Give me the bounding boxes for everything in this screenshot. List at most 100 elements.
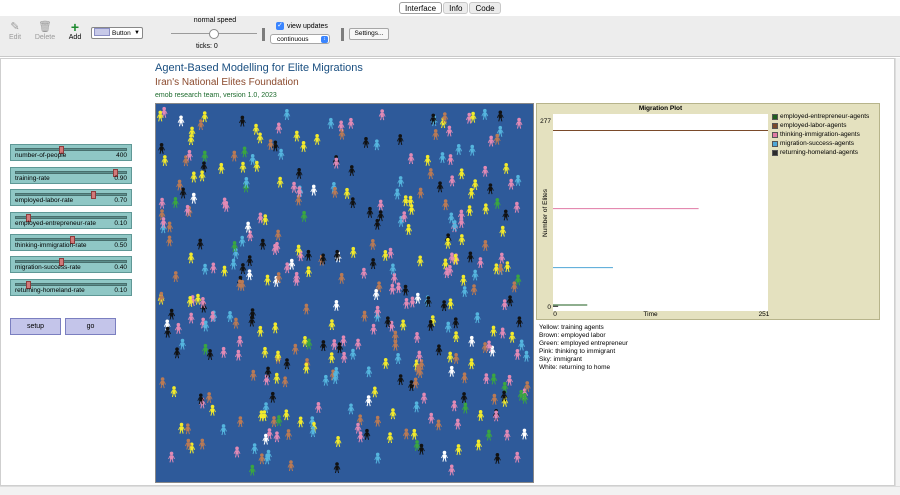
agent-person-icon [481, 108, 489, 120]
agent-person-icon [397, 374, 405, 386]
tab-info[interactable]: Info [443, 2, 469, 14]
slider-thinking-immigration-rate[interactable]: thinking-immigration-rate 0.50 [10, 234, 132, 251]
settings-button[interactable]: Settings... [349, 28, 389, 40]
slider-employed-entrepreneur-rate[interactable]: employed-entrepreneur-rate 0.10 [10, 212, 132, 229]
agent-person-icon [305, 266, 312, 278]
agent-person-icon [320, 340, 327, 352]
agent-person-icon [303, 303, 310, 315]
agent-person-icon [291, 343, 299, 355]
agent-person-icon [246, 255, 254, 267]
agent-person-icon [295, 167, 303, 179]
agent-person-icon [455, 144, 463, 155]
agent-person-icon [209, 262, 217, 274]
agent-person-icon [369, 258, 377, 270]
ticks-counter: ticks: 0 [196, 43, 218, 50]
agent-person-icon [158, 142, 165, 154]
agent-person-icon [435, 419, 442, 431]
agent-person-icon [184, 423, 192, 435]
agent-person-icon [248, 464, 256, 476]
agent-person-icon [238, 235, 246, 247]
agent-person-icon [226, 311, 234, 322]
agent-person-icon [363, 428, 371, 440]
slider-value: 0.40 [114, 264, 127, 271]
agent-person-icon [427, 412, 435, 424]
agent-person-icon [503, 429, 511, 441]
agent-person-icon [414, 292, 422, 304]
agent-person-icon [518, 339, 526, 351]
agent-person-icon [287, 460, 295, 472]
vertical-scrollbar[interactable] [895, 58, 900, 486]
agent-person-icon [343, 187, 351, 199]
slider-training-rate[interactable]: training-rate 0.90 [10, 167, 132, 184]
agent-person-icon [310, 184, 318, 196]
speed-label: normal speed [193, 17, 237, 24]
agent-person-icon [340, 335, 347, 347]
legend-swatch [772, 122, 778, 129]
agent-person-icon [220, 346, 227, 358]
legend-item: employed-labor-agents [772, 122, 846, 129]
agent-person-icon [441, 450, 448, 462]
slider-migration-success-rate[interactable]: migration-success-rate 0.40 [10, 256, 132, 273]
slider-knob[interactable] [91, 191, 97, 199]
y-axis-label: Number of Elites [542, 188, 549, 237]
go-button[interactable]: go [65, 318, 116, 335]
agent-person-icon [481, 165, 489, 177]
world-view[interactable] [155, 103, 534, 483]
agent-person-icon [362, 136, 370, 148]
widget-type-select[interactable]: Button ▼ [91, 27, 143, 39]
agent-person-icon [448, 175, 456, 187]
agent-person-icon [365, 395, 372, 407]
agent-person-icon [452, 331, 460, 343]
agent-person-icon [481, 342, 489, 353]
agent-person-icon [293, 130, 301, 142]
agent-person-icon [471, 269, 479, 281]
setup-button[interactable]: setup [10, 318, 61, 335]
agent-person-icon [487, 135, 495, 147]
agent-person-icon [477, 410, 485, 421]
x-axis-label: Time [643, 311, 658, 318]
agent-person-icon [230, 258, 237, 270]
agent-person-icon [399, 319, 407, 331]
edit-button[interactable]: ✎ Edit [2, 20, 28, 41]
agent-person-icon [450, 400, 458, 412]
agent-person-icon [446, 351, 454, 363]
agent-person-icon [388, 283, 396, 295]
agent-person-icon [281, 376, 289, 388]
agent-person-icon [506, 295, 514, 307]
tab-interface[interactable]: Interface [399, 2, 443, 14]
legend-item: employed-entrepreneur-agents [772, 113, 869, 120]
agent-person-icon [264, 274, 271, 286]
agent-person-icon [397, 176, 405, 188]
agent-person-icon [233, 446, 241, 458]
agent-person-icon [402, 195, 410, 207]
tab-code[interactable]: Code [469, 2, 501, 14]
speed-slider-knob[interactable] [209, 29, 219, 39]
agent-person-icon [277, 148, 285, 160]
slider-returning-homeland-rate[interactable]: returning-homeland-rate 0.10 [10, 279, 132, 296]
agent-person-icon [274, 229, 282, 241]
plus-icon: + [70, 19, 80, 35]
slider-track [15, 260, 127, 263]
tab-bar: Interface Info Code [399, 2, 501, 14]
agent-person-icon [159, 377, 166, 389]
agent-person-icon [502, 162, 510, 174]
agent-person-icon [514, 174, 522, 186]
agent-person-icon [190, 171, 198, 183]
update-mode-select[interactable]: continuous ↕ [270, 34, 330, 44]
agent-person-icon [251, 443, 258, 455]
delete-button[interactable]: 🗑 Delete [32, 20, 58, 41]
delete-label: Delete [34, 34, 56, 41]
agent-person-icon [405, 224, 412, 235]
agent-person-icon [470, 284, 478, 296]
slider-employed-labor-rate[interactable]: employed-labor-rate 0.70 [10, 189, 132, 206]
view-updates-checkbox[interactable]: ✓ view updates [276, 22, 328, 30]
agent-person-icon [161, 155, 169, 167]
slider-number-of-people[interactable]: number-of-people 400 [10, 144, 132, 161]
agent-person-icon [454, 418, 462, 430]
agent-person-icon [258, 453, 266, 465]
slider-track [15, 193, 127, 196]
add-button[interactable]: + Add [62, 20, 88, 41]
agent-person-icon [381, 249, 389, 261]
slider-value: 400 [116, 152, 127, 159]
agent-person-icon [166, 235, 173, 247]
